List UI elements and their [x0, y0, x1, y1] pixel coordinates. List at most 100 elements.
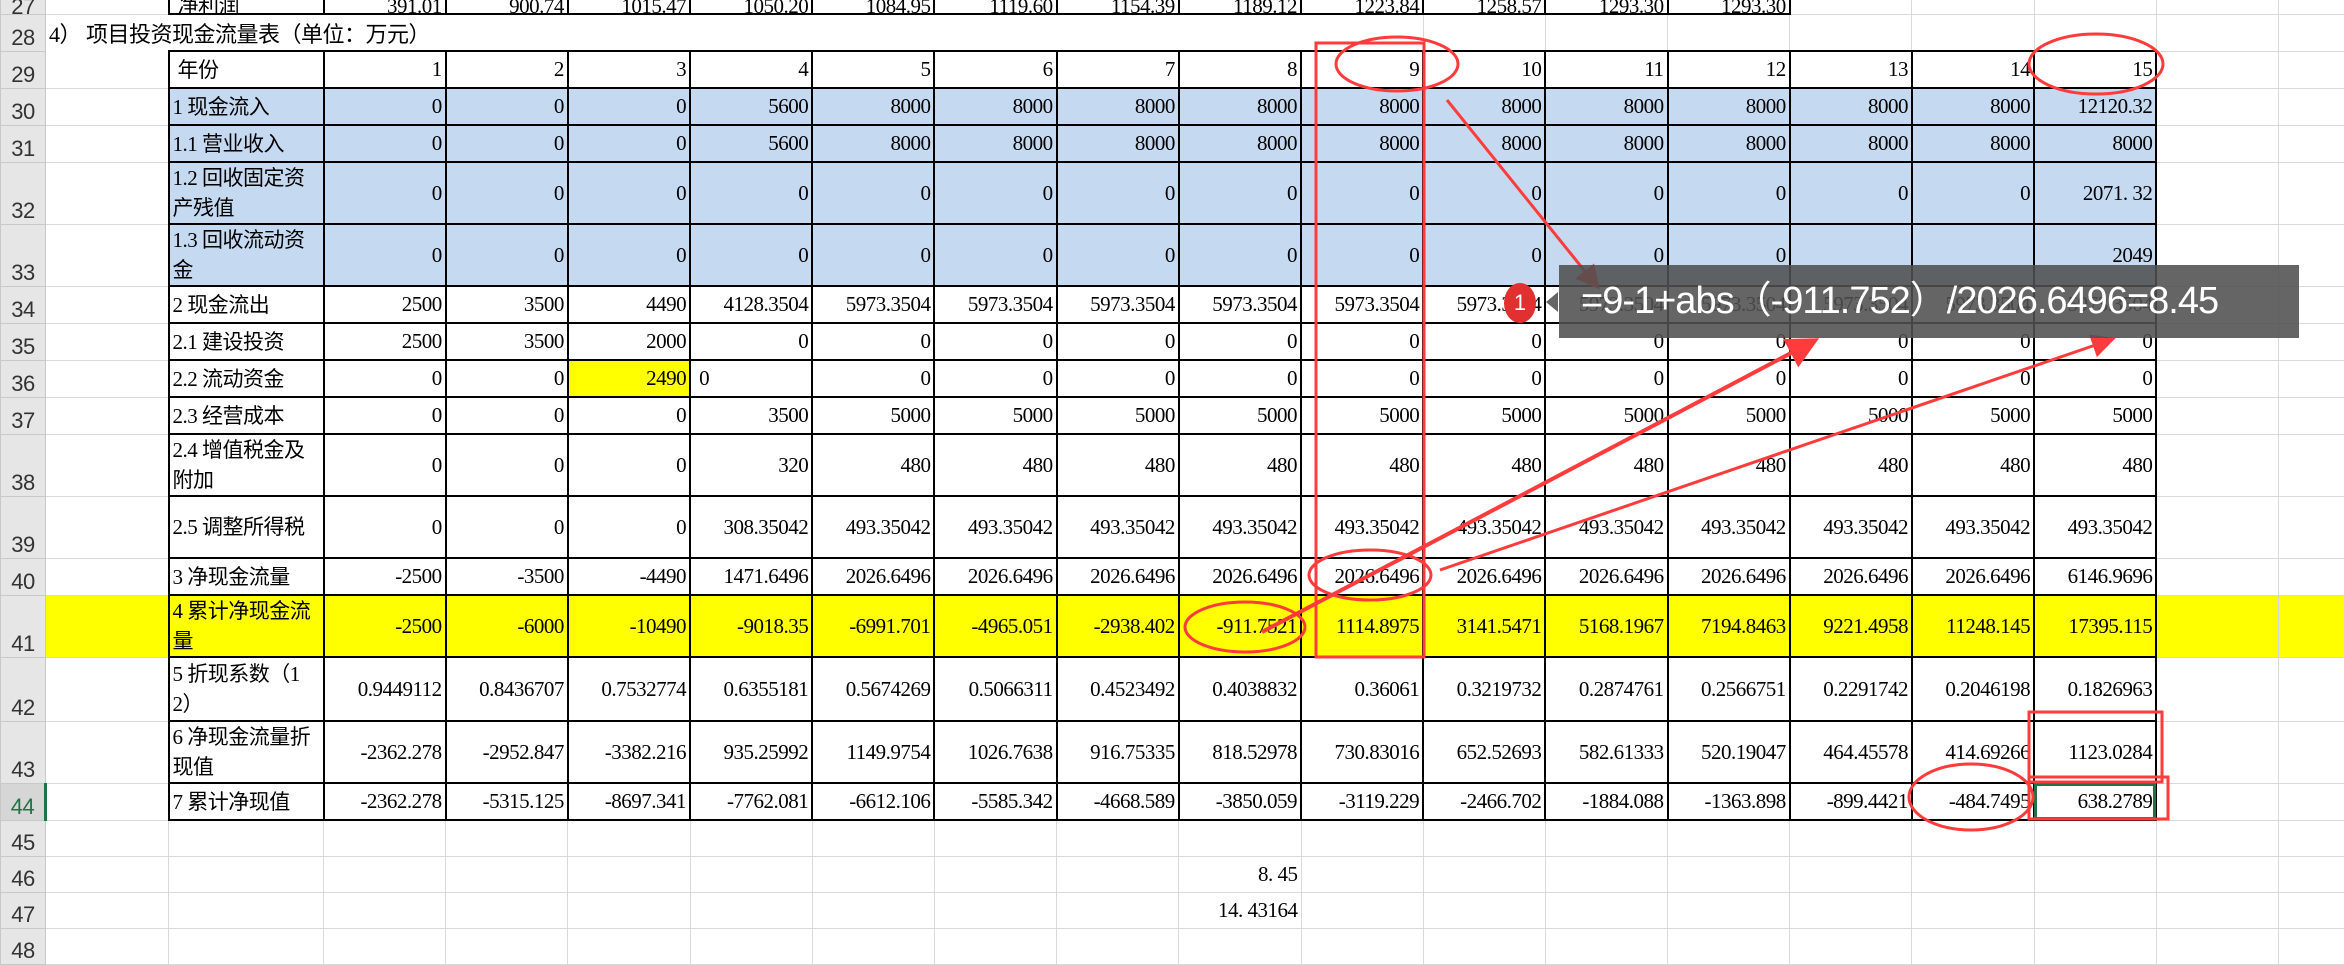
cell[interactable]: [2156, 721, 2278, 783]
cell-value[interactable]: -8697.341: [568, 783, 690, 820]
row-label[interactable]: 4 累计净现金流量: [169, 595, 324, 657]
cell[interactable]: [2278, 558, 2344, 595]
cell-value[interactable]: 0: [568, 434, 690, 496]
cell[interactable]: [812, 928, 934, 964]
cell-value[interactable]: -6612.106: [812, 783, 934, 820]
cell-value[interactable]: -6000: [446, 595, 568, 657]
cell-value[interactable]: -2362.278: [324, 783, 446, 820]
cell[interactable]: [568, 820, 690, 856]
row-header[interactable]: 47: [1, 892, 46, 928]
cell-value[interactable]: 0: [1423, 323, 1545, 360]
cell-value[interactable]: 5973.3504: [1179, 286, 1301, 323]
cell-value[interactable]: 935.25992: [690, 721, 812, 783]
row-label[interactable]: 2 现金流出: [169, 286, 324, 323]
cell-value[interactable]: 8000: [1668, 88, 1790, 125]
cell-value[interactable]: -7762.081: [690, 783, 812, 820]
cell[interactable]: [2034, 892, 2156, 928]
cell-value[interactable]: -911.7521: [1179, 595, 1301, 657]
cell-value[interactable]: 0: [1668, 360, 1790, 397]
cell-value[interactable]: 0: [446, 397, 568, 434]
cell-value[interactable]: -1884.088: [1545, 783, 1667, 820]
cell[interactable]: [2156, 125, 2278, 162]
cell-value[interactable]: 5000: [812, 397, 934, 434]
cell-value[interactable]: 900.74: [446, 0, 568, 14]
cell-value[interactable]: 0.2291742: [1790, 657, 1912, 721]
cell[interactable]: [1790, 892, 1912, 928]
cell[interactable]: [46, 0, 169, 14]
cell-value[interactable]: 0: [934, 323, 1056, 360]
cell-value[interactable]: 414.69266: [1912, 721, 2034, 783]
cell-value[interactable]: 0: [324, 360, 446, 397]
cell[interactable]: [1668, 820, 1790, 856]
cell[interactable]: [46, 434, 169, 496]
cell-value[interactable]: 8000: [1912, 125, 2034, 162]
cell-value[interactable]: 493.35042: [2034, 496, 2156, 558]
cell[interactable]: [2156, 162, 2278, 224]
cell[interactable]: [2278, 496, 2344, 558]
cell-value[interactable]: 638.2789: [2034, 783, 2156, 820]
cell-value[interactable]: 0: [1545, 162, 1667, 224]
cell[interactable]: [324, 928, 446, 964]
cell-value[interactable]: 2026.6496: [1057, 558, 1179, 595]
year-header[interactable]: 12: [1668, 51, 1790, 88]
cell[interactable]: [2156, 434, 2278, 496]
cell-value[interactable]: 5000: [1179, 397, 1301, 434]
cell-value[interactable]: 4128.3504: [690, 286, 812, 323]
row-label[interactable]: 净利润: [169, 0, 324, 14]
cell-value[interactable]: 480: [1668, 434, 1790, 496]
year-header[interactable]: 4: [690, 51, 812, 88]
cell-value[interactable]: 8000: [1668, 125, 1790, 162]
cell-value[interactable]: 3141.5471: [1423, 595, 1545, 657]
cell-value[interactable]: 8000: [1301, 88, 1423, 125]
year-header[interactable]: 5: [812, 51, 934, 88]
row-header[interactable]: 27: [1, 0, 46, 14]
cell-value[interactable]: 0: [1790, 162, 1912, 224]
cell-value[interactable]: 0: [812, 224, 934, 286]
cell-value[interactable]: 582.61333: [1545, 721, 1667, 783]
cell-value[interactable]: 5000: [1912, 397, 2034, 434]
cell[interactable]: [934, 928, 1056, 964]
cell[interactable]: [2034, 856, 2156, 892]
row-header[interactable]: 39: [1, 496, 46, 558]
cell[interactable]: [812, 892, 934, 928]
cell-value[interactable]: 0: [934, 162, 1056, 224]
cell-value[interactable]: 493.35042: [1912, 496, 2034, 558]
cell-value[interactable]: 5973.3504: [1057, 286, 1179, 323]
cell-value[interactable]: 0: [568, 125, 690, 162]
cell-value[interactable]: 1084.95: [812, 0, 934, 14]
cell-value[interactable]: -2952.847: [446, 721, 568, 783]
cell[interactable]: [46, 360, 169, 397]
cell[interactable]: [1668, 14, 1790, 51]
cell-value[interactable]: 0.3219732: [1423, 657, 1545, 721]
cell-value[interactable]: -2466.702: [1423, 783, 1545, 820]
year-header[interactable]: 9: [1301, 51, 1423, 88]
row-label[interactable]: 1 现金流入: [169, 88, 324, 125]
cell[interactable]: [1790, 820, 1912, 856]
cell[interactable]: [2278, 162, 2344, 224]
cell-value[interactable]: 2026.6496: [1912, 558, 2034, 595]
cell-value[interactable]: 7194.8463: [1668, 595, 1790, 657]
year-header[interactable]: 6: [934, 51, 1056, 88]
cell-value[interactable]: 0.2566751: [1668, 657, 1790, 721]
cell[interactable]: [690, 892, 812, 928]
cell-value[interactable]: 0.5674269: [812, 657, 934, 721]
cell-value[interactable]: 5000: [1545, 397, 1667, 434]
cell[interactable]: [2156, 0, 2278, 14]
cell-value[interactable]: 8000: [1790, 88, 1912, 125]
cell-value[interactable]: 0: [1301, 224, 1423, 286]
cell-value[interactable]: 8000: [1423, 88, 1545, 125]
cell[interactable]: [2034, 0, 2156, 14]
cell-value[interactable]: 9221.4958: [1790, 595, 1912, 657]
cell-value[interactable]: 2026.6496: [1668, 558, 1790, 595]
cell[interactable]: [324, 820, 446, 856]
cell[interactable]: [2278, 783, 2344, 820]
cell[interactable]: [1912, 892, 2034, 928]
row-label[interactable]: 5 折现系数（12）: [169, 657, 324, 721]
cell-value[interactable]: 0: [690, 360, 812, 397]
cell-value[interactable]: 2026.6496: [1179, 558, 1301, 595]
row-label[interactable]: 1.1 营业收入: [169, 125, 324, 162]
cell[interactable]: [446, 856, 568, 892]
cell[interactable]: [1912, 0, 2034, 14]
cell[interactable]: [690, 856, 812, 892]
cell-value[interactable]: 0: [1912, 360, 2034, 397]
